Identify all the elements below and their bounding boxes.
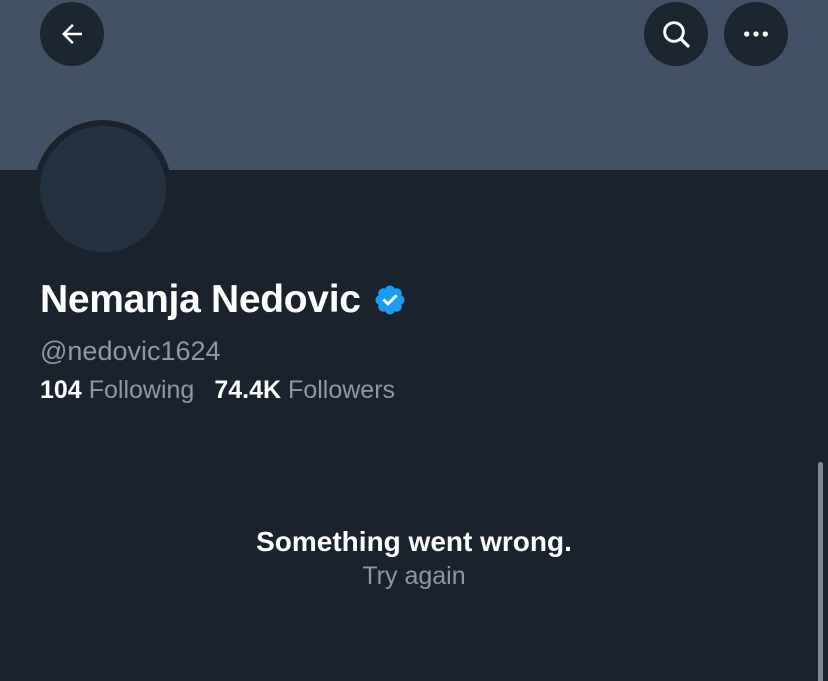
- try-again-button[interactable]: Try again: [0, 562, 828, 591]
- following-count: 104: [40, 376, 82, 404]
- profile-handle: @nedovic1624: [40, 336, 221, 366]
- scrollbar[interactable]: [818, 462, 823, 681]
- more-options-button[interactable]: [724, 2, 788, 66]
- followers-label: Followers: [288, 376, 396, 404]
- avatar[interactable]: [40, 126, 166, 252]
- profile-name-row: Nemanja Nedovic: [40, 278, 407, 322]
- search-button[interactable]: [644, 2, 708, 66]
- following-stat[interactable]: 104 Following: [40, 376, 194, 405]
- profile-stats: 104 Following 74.4K Followers: [40, 376, 395, 405]
- profile-screen: Nemanja Nedovic @nedovic1624 104 Followi…: [0, 0, 828, 681]
- arrow-left-icon: [62, 24, 82, 44]
- verified-badge-icon[interactable]: [373, 283, 407, 317]
- error-message: Something went wrong.: [256, 526, 572, 557]
- followers-count: 74.4K: [214, 376, 282, 404]
- search-icon: [663, 21, 690, 48]
- back-button[interactable]: [40, 2, 104, 66]
- profile-display-name: Nemanja Nedovic: [40, 278, 361, 321]
- more-horizontal-icon: [744, 31, 768, 37]
- following-label: Following: [88, 376, 195, 404]
- followers-stat[interactable]: 74.4K Followers: [214, 376, 395, 405]
